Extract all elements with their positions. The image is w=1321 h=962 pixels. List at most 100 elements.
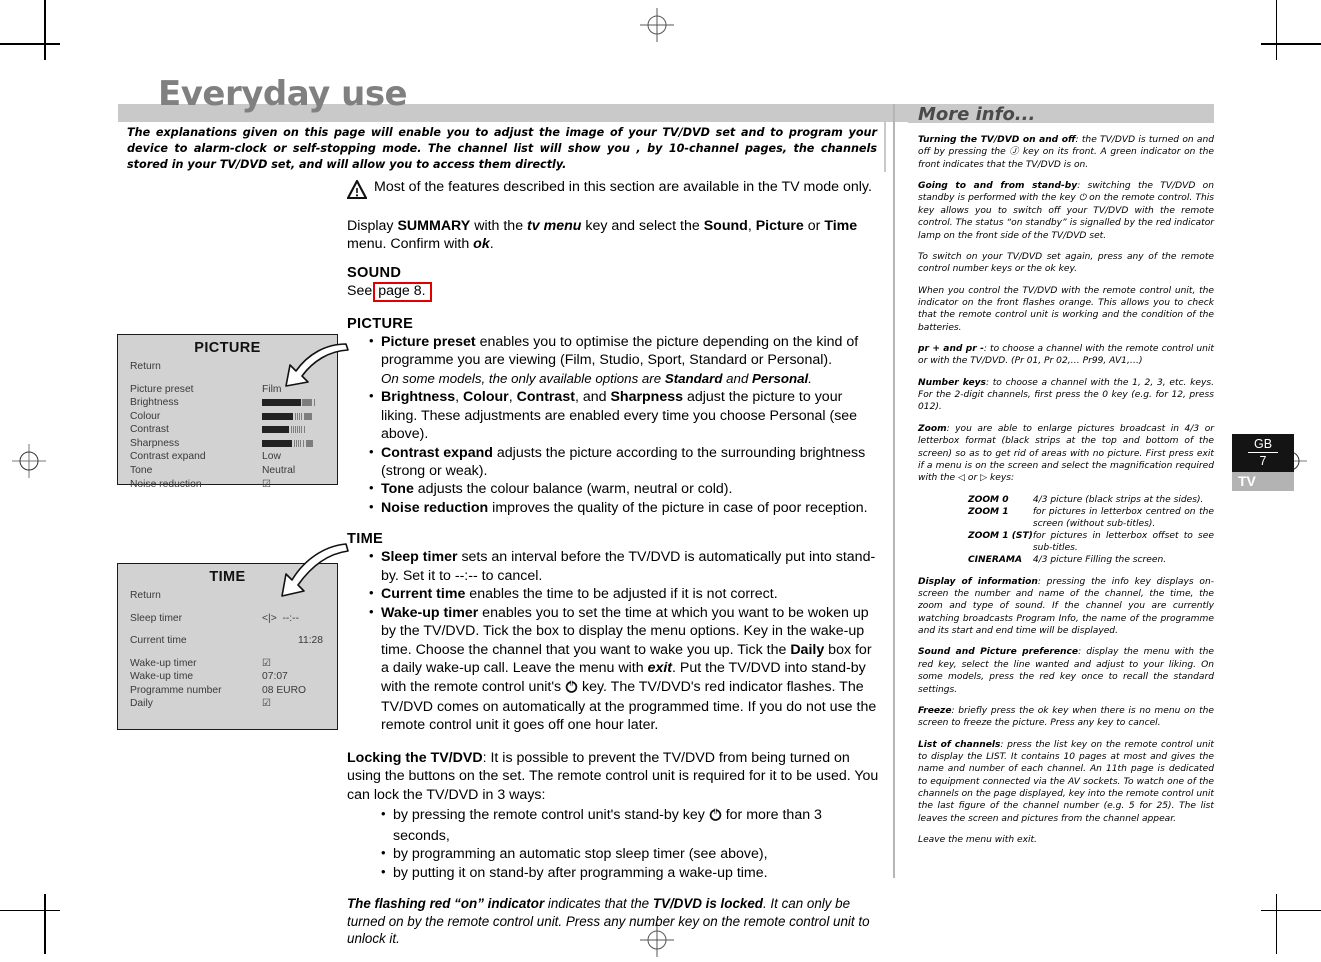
sound-see-page: See page 8. [347,281,879,302]
main-content-column: Most of the features described in this s… [346,178,879,962]
rail-block-pr-keys: pr + and pr -: to choose a channel with … [918,343,1214,368]
slider-sharpness[interactable] [262,439,316,447]
rail-block-sound-picture-preference: Sound and Picture preference: display th… [918,646,1214,695]
osd-row-wake-up-timer[interactable]: Wake-up timer ☑ [118,657,337,671]
disp-p1: Display [347,218,398,234]
osd-label-sharpness: Sharpness [130,437,180,449]
rail-block-turning-on-off: Turning the TV/DVD on and off: the TV/DV… [918,134,1214,171]
slider-colour[interactable] [262,412,316,420]
rail-block-display-of-information: Display of information: pressing the inf… [918,576,1214,638]
osd-row-noise-reduction[interactable]: Noise reduction ☑ [118,478,337,492]
bullet-picture-preset: Picture preset enables you to optimise t… [369,333,879,388]
wu-b3: exit [647,660,673,677]
osd-value-contrast-expand: Low [262,451,281,463]
disp-b2: tv menu [527,218,582,234]
bcs-b2: Colour [463,389,509,406]
rail-block-leave-menu: Leave the menu with exit. [918,834,1214,846]
page-tab-mode: TV [1232,472,1294,491]
osd-sleep-timer-arrows[interactable]: <|> [262,613,277,624]
warning-text: Most of the features described in this s… [374,179,872,195]
osd-value-current-time: 11:28 [298,635,324,647]
osd-value-sharpness [262,437,329,451]
rb1-b: Going to and from stand-by [918,181,1078,192]
rb3-t: When you control the TV/DVD with the rem… [918,285,1214,333]
osd-checkbox-wake-up-timer[interactable]: ☑ [262,657,329,671]
slider-brightness[interactable] [262,399,316,407]
crop-mark-top-left-v [44,0,46,60]
osd-value-wake-up-time: 07:07 [262,671,288,683]
rb0-b: Turning the TV/DVD on and off [918,135,1076,145]
osd-row-programme-number[interactable]: Programme number 08 EURO [118,684,337,698]
see-prefix: See [347,282,373,299]
bullet-sleep-timer: Sleep timer sets an interval before the … [369,548,879,585]
osd-value-contrast [262,423,329,437]
bullet-contrast-expand: Contrast expand adjusts the picture acco… [369,444,879,481]
rail-block-list-of-channels: List of channels: press the list key on … [918,739,1214,826]
locking-way-1: by pressing the remote control unit's st… [381,806,879,845]
slider-contrast[interactable] [262,426,316,434]
osd-row-tone[interactable]: Tone Neutral [118,464,337,478]
osd-row-contrast[interactable]: Contrast [118,423,337,437]
page-tab-number: 7 [1259,454,1267,468]
sound-heading: SOUND [347,264,402,281]
osd-row-daily[interactable]: Daily ☑ [118,697,337,711]
disp-b5: Time [824,218,858,234]
osd-value-colour [262,410,329,424]
zoom-table-row: ZOOM 1 for pictures in letterbox centred… [918,506,1214,530]
osd-row-brightness[interactable]: Brightness [118,396,337,410]
nr-text: improves the quality of the picture in c… [488,499,868,516]
close-b2: TV/DVD is locked [652,896,763,912]
osd-row-sleep-timer[interactable]: Sleep timer <|> --:-- [118,612,337,626]
zoom-table-row: ZOOM 0 4/3 picture (black strips at the … [918,494,1214,506]
rc3-t: : press the list key on the remote contr… [918,739,1214,824]
registration-mark-top [640,8,674,42]
rail-divider [893,104,895,878]
rail-block-number-keys: Number keys: to choose a channel with th… [918,377,1214,414]
time-bullet-list: Sleep timer sets an interval before the … [347,548,879,735]
osd-row-colour[interactable]: Colour [118,410,337,424]
osd-label-brightness: Brightness [130,397,179,409]
osd-checkbox-daily[interactable]: ☑ [262,697,329,711]
zoom-mode-key: ZOOM 0 [968,494,1009,505]
osd-label-wake-up-time: Wake-up time [130,671,194,683]
standby-power-icon [565,680,578,698]
zoom-mode-desc: for pictures in letterbox centred on the… [1032,506,1214,529]
warning-triangle-icon [346,178,368,204]
locking-paragraph: Locking the TV/DVD: It is possible to pr… [347,749,879,804]
osd-row-wake-up-time[interactable]: Wake-up time 07:07 [118,670,337,684]
osd-row-contrast-expand[interactable]: Contrast expand Low [118,450,337,464]
locking-ways-list: by pressing the remote control unit's st… [347,806,879,882]
osd-label-noise-reduction: Noise reduction [130,478,202,490]
bcs-b3: Contrast [516,389,575,406]
osd-checkbox-noise-reduction[interactable]: ☑ [262,478,329,492]
rc4-t: Leave the menu with exit. [918,835,1037,846]
rail-block-zoom: Zoom: you are able to enlarge pictures b… [918,423,1214,485]
callout-arrow-picture [285,343,349,387]
zoom-mode-desc: for pictures in letterbox offset to see … [1032,531,1214,554]
osd-label-contrast: Contrast [130,424,169,436]
osd-label-colour: Colour [130,410,161,422]
osd-value-brightness [262,396,329,410]
osd-label-contrast-expand: Contrast expand [130,451,206,463]
page-reference-highlight[interactable]: page 8. [373,281,432,302]
pp-note-b1: Standard [664,370,723,386]
wu-b2: Daily [790,641,825,658]
osd-value-sleep-timer: <|> --:-- [262,612,329,626]
display-summary-paragraph: Display SUMMARY with the tv menu key and… [347,217,879,254]
ct-text: enables the time to be adjusted if it is… [465,586,778,603]
picture-heading: PICTURE [347,315,414,332]
lw2-pre: by programming an automatic stop sleep t… [393,846,768,863]
osd-row-sharpness[interactable]: Sharpness [118,437,337,451]
disp-p7: . [489,236,494,253]
pp-note-pre: On some models, the only available optio… [381,370,665,386]
callout-arrow-time [281,543,349,597]
rc0-b: Display of information [918,576,1038,587]
more-info-title: More info... [918,104,1036,125]
registration-mark-left [12,444,46,478]
lw1-pre: by pressing the remote control unit's st… [393,807,709,824]
rb2-t: To switch on your TV/DVD set again, pres… [918,251,1214,275]
crop-mark-bottom-right-h [1261,909,1321,911]
page-tab-country: GB [1247,437,1279,453]
zoom-table-row: ZOOM 1 (ST) for pictures in letterbox of… [918,530,1214,554]
osd-row-current-time[interactable]: Current time 11:28 [118,634,337,648]
